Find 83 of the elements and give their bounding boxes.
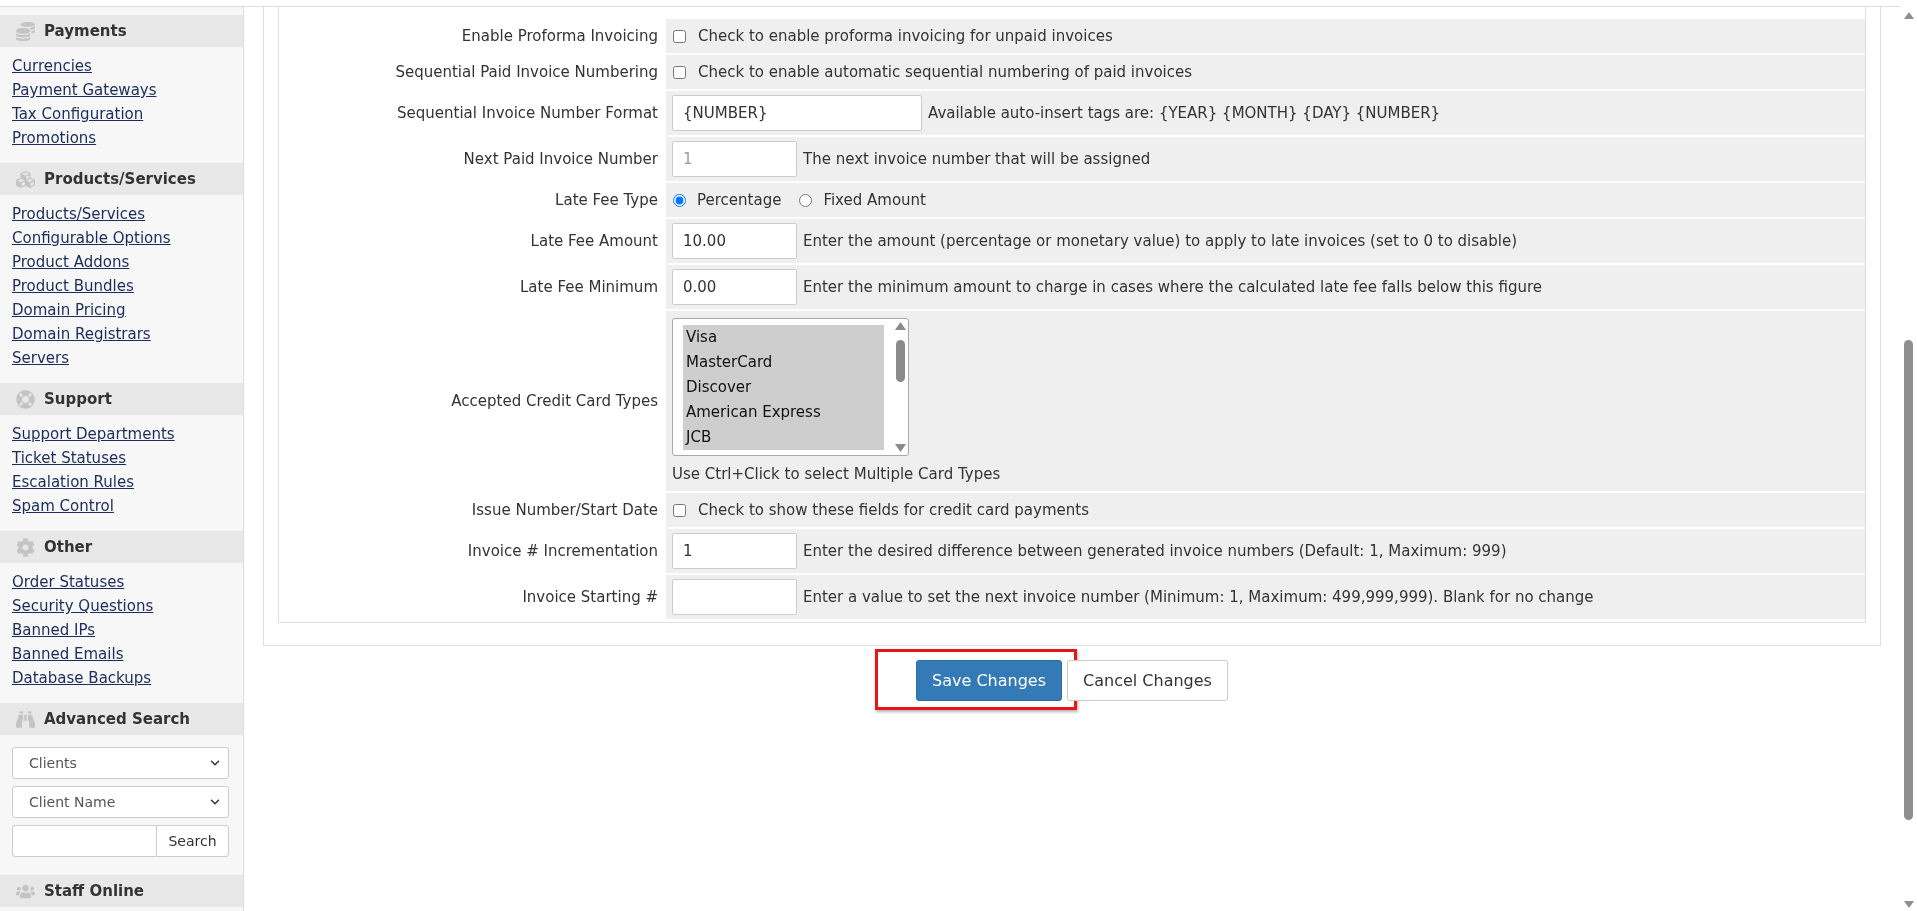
- sidebar-link[interactable]: Domain Pricing: [12, 298, 126, 322]
- list-option[interactable]: MasterCard: [683, 350, 884, 375]
- gear-icon: [16, 537, 35, 557]
- input-field[interactable]: {NUMBER}: [672, 95, 922, 131]
- field-label: Invoice # Incrementation: [467, 542, 658, 560]
- select-field[interactable]: Client Name: [12, 786, 229, 818]
- checkbox[interactable]: [673, 29, 686, 43]
- section-title: Support: [44, 390, 112, 408]
- sidebar-link[interactable]: Configurable Options: [12, 226, 171, 250]
- binoculars-icon: [16, 709, 35, 729]
- search-button[interactable]: Search: [156, 825, 229, 857]
- scrollbar-thumb[interactable]: [895, 340, 905, 382]
- scroll-up-icon[interactable]: [894, 322, 906, 330]
- input-field[interactable]: [672, 579, 797, 615]
- select-field[interactable]: Clients: [12, 747, 229, 779]
- life-ring-icon: [16, 389, 35, 409]
- field-label: Next Paid Invoice Number: [463, 150, 658, 168]
- sidebar-link[interactable]: Promotions: [12, 126, 97, 150]
- sidebar-link[interactable]: Product Addons: [12, 250, 130, 274]
- checkbox[interactable]: [673, 65, 686, 79]
- sidebar-link[interactable]: Ticket Statuses: [12, 446, 126, 470]
- input-field[interactable]: 10.00: [672, 223, 797, 259]
- coins-icon: [16, 21, 35, 41]
- search-field[interactable]: [12, 825, 156, 857]
- list-option[interactable]: Visa: [683, 325, 884, 350]
- checkbox-description: Check to enable automatic sequential numbering of paid invoices: [698, 63, 1193, 81]
- scroll-up-icon[interactable]: [1903, 12, 1914, 19]
- input-field[interactable]: 0.00: [672, 269, 797, 305]
- sidebar-link[interactable]: Payment Gateways: [12, 78, 157, 102]
- radio-button[interactable]: [799, 193, 813, 207]
- cubes-icon: [16, 169, 35, 189]
- sidebar-link[interactable]: Currencies: [12, 54, 92, 78]
- field-label: Sequential Invoice Number Format: [397, 104, 658, 122]
- field-label: Issue Number/Start Date: [471, 501, 658, 519]
- sidebar-link[interactable]: Spam Control: [12, 494, 114, 518]
- scroll-down-icon[interactable]: [1903, 901, 1914, 908]
- section-title: Staff Online: [44, 882, 145, 900]
- checkbox[interactable]: [673, 503, 686, 517]
- field-label: Invoice Starting #: [522, 588, 658, 606]
- sidebar-link[interactable]: Database Backups: [12, 666, 152, 690]
- section-title: Payments: [44, 22, 127, 40]
- help-text: Enter a value to set the next invoice number (Minimum: 1, Maximum: 499,999,999). Blank for no change: [803, 588, 1594, 606]
- radio-label: Percentage: [697, 191, 782, 209]
- cancel-button[interactable]: Cancel Changes: [1067, 660, 1228, 701]
- sidebar-link[interactable]: Escalation Rules: [12, 470, 135, 494]
- help-text: Enter the amount (percentage or monetary value) to apply to late invoices (set to 0 to disable): [803, 232, 1518, 250]
- sidebar-link[interactable]: Security Questions: [12, 594, 154, 618]
- help-text: Available auto-insert tags are: {YEAR} {MONTH} {DAY} {NUMBER}: [928, 104, 1441, 122]
- list-option[interactable]: Discover: [683, 375, 884, 400]
- sidebar-link[interactable]: Banned IPs: [12, 618, 96, 642]
- sidebar-link[interactable]: Domain Registrars: [12, 322, 151, 346]
- help-text: The next invoice number that will be assigned: [803, 150, 1151, 168]
- field-label: Accepted Credit Card Types: [451, 392, 658, 410]
- sidebar-link[interactable]: Tax Configuration: [12, 102, 144, 126]
- sidebar-link[interactable]: Order Statuses: [12, 570, 125, 594]
- field-label: Sequential Paid Invoice Numbering: [395, 63, 658, 81]
- section-title: Other: [44, 538, 93, 556]
- field-label: Late Fee Minimum: [520, 278, 658, 296]
- field-label: Late Fee Type: [555, 191, 658, 209]
- input-field[interactable]: 1: [672, 141, 797, 177]
- sidebar-link[interactable]: Support Departments: [12, 422, 175, 446]
- field-label: Enable Proforma Invoicing: [461, 27, 658, 45]
- radio-button[interactable]: [673, 193, 686, 207]
- help-text: Enter the minimum amount to charge in cases where the calculated late fee falls below this figure: [803, 278, 1542, 296]
- section-title: Advanced Search: [44, 710, 190, 728]
- field-label: Late Fee Amount: [530, 232, 658, 250]
- checkbox-description: Check to enable proforma invoicing for unpaid invoices: [698, 27, 1113, 45]
- list-option[interactable]: JCB: [683, 425, 884, 450]
- input-field[interactable]: 1: [672, 533, 797, 569]
- sidebar-link[interactable]: Banned Emails: [12, 642, 124, 666]
- radio-label: Fixed Amount: [823, 191, 926, 209]
- checkbox-description: Check to show these fields for credit card payments: [698, 501, 1089, 519]
- help-text: Use Ctrl+Click to select Multiple Card Types: [672, 465, 1001, 483]
- section-title: Products/Services: [44, 170, 196, 188]
- scroll-down-icon[interactable]: [894, 444, 906, 452]
- sidebar-link[interactable]: Products/Services: [12, 202, 146, 226]
- listbox[interactable]: Visa MasterCard Discover American Express JCB: [672, 318, 909, 456]
- scrollbar-thumb[interactable]: [1904, 340, 1913, 820]
- save-button[interactable]: Save Changes: [916, 660, 1063, 701]
- help-text: Enter the desired difference between generated invoice numbers (Default: 1, Maximum: 999): [803, 542, 1507, 560]
- sidebar-link[interactable]: Servers: [12, 346, 69, 370]
- list-option[interactable]: American Express: [683, 400, 884, 425]
- sidebar-link[interactable]: Product Bundles: [12, 274, 134, 298]
